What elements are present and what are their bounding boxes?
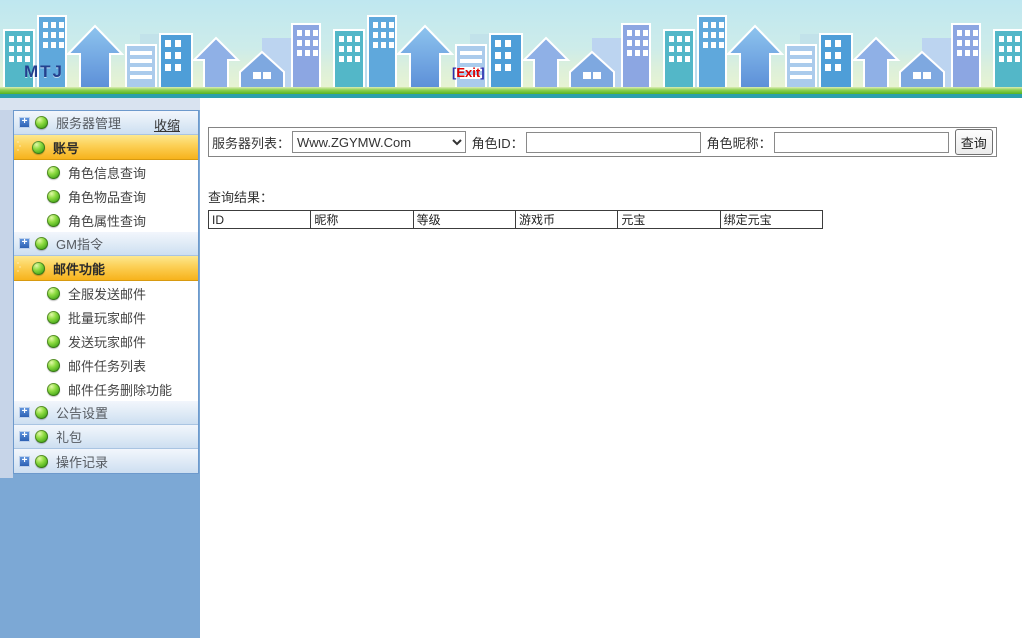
result-header-nickname: 昵称 [311,211,413,229]
exit-label: Exit [456,65,480,80]
green-orb-icon [32,141,45,154]
sidebar: + 服务器管理 收缩 账号 角色信息查询 角色物品查询 角色属性查询 + GM指… [0,98,200,638]
role-nickname-input[interactable] [774,132,949,153]
city-skyline-illustration [0,0,1022,88]
sidebar-item-announcement[interactable]: + 公告设置 [14,401,198,425]
sidebar-item-role-info-query[interactable]: 角色信息查询 [14,160,198,184]
sidebar-item-label: 服务器管理 [56,113,121,132]
result-table: ID 昵称 等级 游戏币 元宝 绑定元宝 [208,210,823,229]
main-content: 服务器列表： Www.ZGYMW.Com 角色ID： 角色昵称： 查询 查询结果… [200,98,1022,638]
sidebar-item-mail-task-delete[interactable]: 邮件任务删除功能 [14,377,198,401]
collapse-link[interactable]: 收缩 [154,115,180,134]
green-orb-icon [32,262,45,275]
sidebar-item-label: 账号 [53,138,79,157]
result-header-id: ID [209,211,311,229]
role-nickname-label: 角色昵称： [707,133,772,152]
sidebar-item-label: GM指令 [56,234,103,253]
result-header-level: 等级 [413,211,515,229]
mtj-logo: MTJ [24,62,64,82]
sidebar-item-gift-pack[interactable]: + 礼包 [14,425,198,449]
banner-green-strip [0,87,1022,94]
result-header-game-coin: 游戏币 [515,211,617,229]
green-orb-icon [47,166,60,179]
role-id-input[interactable] [526,132,701,153]
sidebar-item-label: 邮件功能 [53,259,105,278]
grip-icon [16,140,22,154]
expand-plus-icon[interactable]: + [19,117,30,128]
top-banner: MTJ [Exit] [0,0,1022,98]
green-orb-icon [47,335,60,348]
sidebar-item-label: 礼包 [56,427,82,446]
sidebar-item-label: 邮件任务删除功能 [68,380,172,399]
green-orb-icon [35,237,48,250]
green-orb-icon [35,116,48,129]
sidebar-item-batch-player-mail[interactable]: 批量玩家邮件 [14,305,198,329]
expand-plus-icon[interactable]: + [19,238,30,249]
sidebar-item-label: 角色属性查询 [68,211,146,230]
green-orb-icon [47,214,60,227]
sidebar-item-account[interactable]: 账号 [14,135,198,160]
sidebar-item-send-player-mail[interactable]: 发送玩家邮件 [14,329,198,353]
sidebar-item-label: 邮件任务列表 [68,356,146,375]
exit-link[interactable]: [Exit] [452,65,485,80]
result-label: 查询结果： [208,187,1022,206]
expand-plus-icon[interactable]: + [19,456,30,467]
green-orb-icon [35,455,48,468]
sidebar-item-label: 批量玩家邮件 [68,308,146,327]
sidebar-item-label: 公告设置 [56,403,108,422]
query-form-bar: 服务器列表： Www.ZGYMW.Com 角色ID： 角色昵称： 查询 [208,127,997,157]
expand-plus-icon[interactable]: + [19,407,30,418]
green-orb-icon [47,383,60,396]
green-orb-icon [47,359,60,372]
result-table-header-row: ID 昵称 等级 游戏币 元宝 绑定元宝 [209,211,823,229]
sidebar-item-operation-log[interactable]: + 操作记录 [14,449,198,473]
exit-bracket-close: ] [480,65,484,80]
role-id-label: 角色ID： [472,133,524,152]
grip-icon [16,261,22,275]
sidebar-menu-panel: + 服务器管理 收缩 账号 角色信息查询 角色物品查询 角色属性查询 + GM指… [13,110,199,474]
green-orb-icon [35,406,48,419]
sidebar-item-label: 发送玩家邮件 [68,332,146,351]
green-orb-icon [47,287,60,300]
sidebar-item-label: 角色信息查询 [68,163,146,182]
sidebar-item-server-management[interactable]: + 服务器管理 收缩 [14,111,198,135]
sidebar-item-gm-command[interactable]: + GM指令 [14,232,198,256]
sidebar-item-mail-function[interactable]: 邮件功能 [14,256,198,281]
sidebar-item-role-item-query[interactable]: 角色物品查询 [14,184,198,208]
result-header-yuanbao: 元宝 [618,211,720,229]
server-list-select[interactable]: Www.ZGYMW.Com [292,131,466,153]
sidebar-item-label: 角色物品查询 [68,187,146,206]
sidebar-top-band [0,98,200,110]
query-button[interactable]: 查询 [955,129,993,155]
sidebar-item-send-all-mail[interactable]: 全服发送邮件 [14,281,198,305]
sidebar-item-label: 操作记录 [56,452,108,471]
expand-plus-icon[interactable]: + [19,431,30,442]
result-header-bound-yuanbao: 绑定元宝 [720,211,822,229]
sidebar-item-role-attr-query[interactable]: 角色属性查询 [14,208,198,232]
sidebar-item-mail-task-list[interactable]: 邮件任务列表 [14,353,198,377]
server-list-label: 服务器列表： [212,133,290,152]
green-orb-icon [35,430,48,443]
sidebar-item-label: 全服发送邮件 [68,284,146,303]
green-orb-icon [47,311,60,324]
sidebar-gutter [0,98,13,478]
green-orb-icon [47,190,60,203]
